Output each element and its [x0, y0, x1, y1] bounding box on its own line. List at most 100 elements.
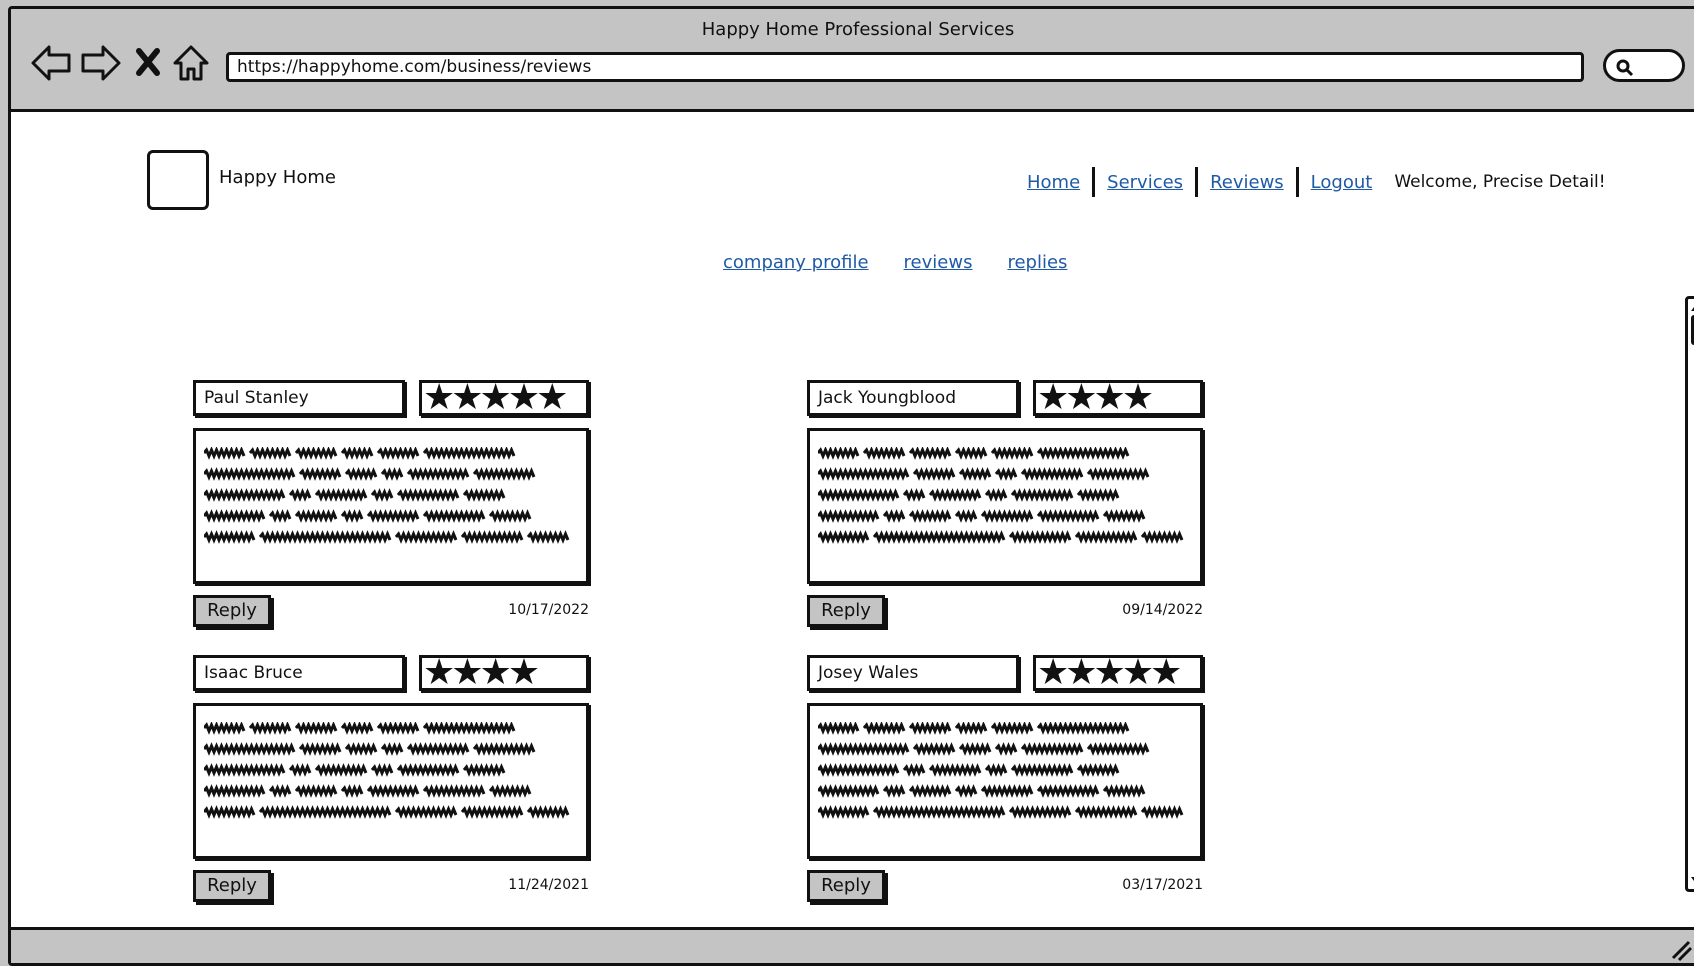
reply-button[interactable]: Reply [193, 870, 271, 902]
scribble-word [288, 763, 312, 777]
scribble-word [394, 805, 458, 819]
scribble-word [990, 447, 1034, 460]
reply-button[interactable]: Reply [193, 595, 271, 627]
review-card: Josey Wales ★★★★★ Reply 03/17/2021 [807, 655, 1203, 902]
scribble-word [818, 805, 870, 819]
scribble-word [366, 509, 420, 523]
scribble-word [958, 467, 992, 481]
scribble-word [862, 447, 906, 460]
resize-grip-icon[interactable] [1669, 938, 1693, 962]
scribble-word [1086, 742, 1150, 756]
scribble-word [1076, 763, 1120, 777]
scribble-word [984, 488, 1008, 502]
browser-search-field[interactable] [1603, 49, 1685, 82]
review-card: Isaac Bruce ★★★★ Reply 11/24/2021 [193, 655, 589, 902]
scroll-down-icon[interactable] [1688, 875, 1694, 889]
scribble-word [1140, 530, 1184, 544]
scribble-word [488, 509, 532, 523]
scribble-word [204, 509, 266, 523]
scribble-word [980, 784, 1034, 798]
rating-stars: ★★★★★ [1037, 652, 1182, 693]
back-arrow-icon[interactable] [29, 41, 73, 85]
review-date: 09/14/2022 [1122, 602, 1203, 618]
review-text-box [807, 428, 1203, 584]
scribble-word [294, 784, 338, 798]
scroll-up-icon[interactable] [1688, 299, 1694, 313]
scribble-word [294, 722, 338, 735]
company-profile-link[interactable]: company profile [723, 252, 869, 273]
scribble-word [1102, 784, 1146, 798]
scribble-word [908, 722, 952, 735]
reviewer-name: Isaac Bruce [193, 655, 405, 691]
scribble-word [298, 467, 342, 481]
nav-divider [1195, 167, 1199, 197]
nav-divider [1092, 167, 1096, 197]
review-text-placeholder [204, 447, 570, 544]
scribble-word [422, 722, 516, 735]
home-icon[interactable] [169, 41, 213, 85]
scribble-word [340, 447, 374, 460]
scribble-word [872, 805, 1006, 819]
stop-icon[interactable] [131, 41, 165, 85]
replies-link[interactable]: replies [1007, 252, 1067, 273]
scribble-word [204, 722, 246, 735]
scribble-word [396, 488, 460, 502]
nav-home-link[interactable]: Home [1027, 172, 1080, 193]
scribble-word [984, 763, 1008, 777]
scribble-word [818, 763, 900, 777]
search-icon [1616, 59, 1634, 77]
star-rating: ★★★★★ [419, 380, 589, 416]
page-scrollbar[interactable] [1685, 296, 1694, 892]
scribble-word [344, 742, 378, 756]
reply-button[interactable]: Reply [807, 870, 885, 902]
forward-arrow-icon[interactable] [79, 41, 123, 85]
address-bar[interactable]: https://happyhome.com/business/reviews [226, 52, 1584, 82]
scribble-word [862, 722, 906, 735]
nav-logout-link[interactable]: Logout [1311, 172, 1373, 193]
scribble-word [288, 488, 312, 502]
scribble-word [344, 467, 378, 481]
scribble-word [1020, 742, 1084, 756]
scribble-word [258, 530, 392, 544]
scribble-word [818, 784, 880, 798]
scribble-word [204, 763, 286, 777]
scribble-word [294, 447, 338, 460]
nav-reviews-link[interactable]: Reviews [1210, 172, 1284, 193]
scribble-word [818, 722, 860, 735]
review-text-box [807, 703, 1203, 859]
scribble-word [380, 742, 404, 756]
scribble-word [818, 509, 880, 523]
scribble-word [460, 805, 524, 819]
star-rating: ★★★★★ [1033, 655, 1203, 691]
nav-services-link[interactable]: Services [1107, 172, 1183, 193]
scribble-word [818, 467, 910, 481]
review-date: 03/17/2021 [1122, 877, 1203, 893]
scribble-word [1008, 530, 1072, 544]
star-rating: ★★★★ [1033, 380, 1203, 416]
scribble-word [340, 722, 374, 735]
scribble-word [422, 447, 516, 460]
scribble-word [314, 488, 368, 502]
scribble-word [370, 763, 394, 777]
scribble-word [1010, 763, 1074, 777]
scribble-word [204, 447, 246, 460]
scribble-word [462, 763, 506, 777]
scribble-word [1102, 509, 1146, 523]
page-content: Happy Home Home Services Reviews Logout … [11, 112, 1694, 963]
reviews-link[interactable]: reviews [904, 252, 973, 273]
scribble-word [1036, 509, 1100, 523]
scribble-word [526, 530, 570, 544]
scribble-word [1010, 488, 1074, 502]
scribble-word [366, 784, 420, 798]
scribble-word [912, 467, 956, 481]
scribble-word [928, 763, 982, 777]
scribble-word [818, 530, 870, 544]
reply-button[interactable]: Reply [807, 595, 885, 627]
scribble-word [248, 447, 292, 460]
review-date: 10/17/2022 [508, 602, 589, 618]
scribble-word [990, 722, 1034, 735]
scribble-word [340, 509, 364, 523]
scribble-word [314, 763, 368, 777]
main-nav: Home Services Reviews Logout Welcome, Pr… [1027, 167, 1606, 197]
reviewer-name: Jack Youngblood [807, 380, 1019, 416]
